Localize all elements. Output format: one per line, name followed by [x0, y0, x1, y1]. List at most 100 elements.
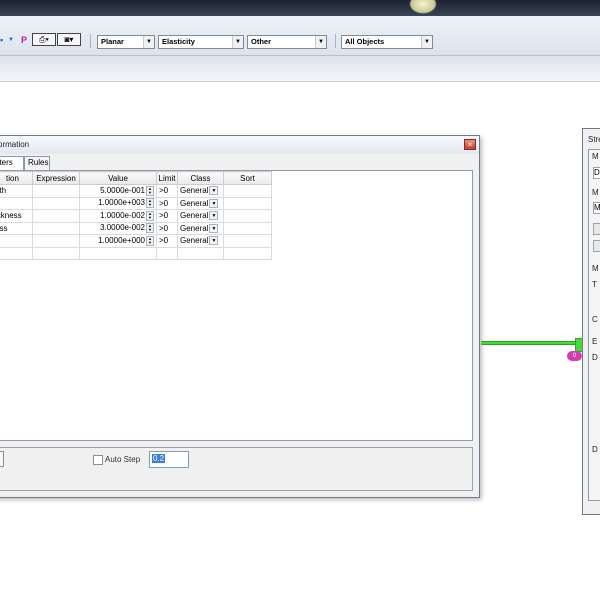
row-value[interactable]: 1.0000e+003 ▲ ▼ — [79, 196, 157, 210]
table-row[interactable]: ickness 1.0000e-002▲▼ >0 General▼ — [0, 209, 272, 223]
row-sort[interactable] — [223, 221, 272, 235]
stress-checkbox[interactable] — [593, 223, 600, 235]
table-row[interactable]: 1.0000e+000 ▲ ▼ >0 General ▼ — [0, 234, 272, 248]
stress-dropdown[interactable]: D — [593, 167, 600, 179]
tab-rules[interactable]: Rules — [24, 156, 50, 170]
row-limit[interactable]: >0 — [156, 209, 178, 223]
stress-dropdown-value: M — [594, 203, 600, 212]
toolbar-blue-icon[interactable]: ▪ — [0, 33, 3, 47]
spinner-icon[interactable]: ▲ ▼ — [146, 185, 154, 196]
row-expression[interactable] — [32, 234, 80, 248]
row-class[interactable]: General ▼ — [177, 184, 224, 198]
spinner-icon[interactable]: ▲ ▼ — [146, 210, 154, 221]
row-sort[interactable] — [223, 196, 272, 210]
stress-dialog: Stre M D M M M T C E D D — [582, 128, 600, 515]
chevron-down-icon[interactable]: ▼ — [315, 36, 326, 48]
chevron-down-icon[interactable]: ▼ — [421, 36, 432, 48]
row-value[interactable]: 5.0000e-001 ▲ ▼ — [79, 184, 157, 198]
step-value-input[interactable]: 0.2 — [149, 451, 189, 468]
stress-label: M — [592, 264, 599, 273]
tab-parameters[interactable]: eters — [0, 156, 24, 171]
row-expression[interactable] — [32, 221, 80, 235]
row-limit[interactable]: >0 — [156, 234, 178, 248]
auto-step-checkbox[interactable] — [93, 455, 103, 465]
row-sort[interactable] — [223, 246, 272, 260]
connector-node[interactable]: 0 — [567, 351, 582, 361]
dialog-title-bar[interactable]: ormation × — [0, 136, 479, 154]
category-select[interactable]: Other ▼ — [247, 35, 327, 49]
panel-button[interactable] — [0, 451, 4, 467]
row-class[interactable]: General ▼ — [177, 234, 224, 248]
row-sort[interactable] — [223, 234, 272, 248]
chevron-down-icon[interactable]: ▼ — [209, 186, 219, 196]
row-limit[interactable]: >0 — [156, 221, 178, 235]
printer-icon[interactable]: ⎙▾ — [32, 33, 56, 46]
spinner-icon[interactable]: ▲ ▼ — [146, 223, 154, 234]
row-class[interactable]: General ▼ — [177, 196, 224, 210]
chevron-down-icon[interactable]: ▼ — [232, 36, 243, 48]
column-header-class[interactable]: Class — [177, 171, 224, 185]
stress-dropdown[interactable]: M — [593, 202, 600, 214]
row-name[interactable] — [0, 196, 33, 210]
row-value-text: 1.0000e-002 — [100, 210, 145, 220]
row-sort[interactable] — [223, 209, 272, 223]
row-class-text: General — [180, 211, 209, 221]
close-button[interactable]: × — [464, 139, 476, 150]
category-value: Other — [251, 37, 272, 46]
table-row[interactable]: 1.0000e+003 ▲ ▼ >0 General ▼ — [0, 196, 272, 210]
column-header-expression[interactable]: Expression — [32, 171, 80, 185]
row-expression[interactable] — [32, 246, 80, 260]
row-class-text: General — [180, 223, 209, 233]
row-name[interactable]: ickness — [0, 209, 33, 223]
chevron-down-icon[interactable]: ▼ — [143, 36, 154, 48]
row-value[interactable]: 3.0000e-002 ▲ ▼ — [79, 221, 157, 235]
row-value[interactable] — [79, 246, 157, 260]
row-class[interactable] — [177, 246, 224, 260]
row-limit[interactable]: >0 — [156, 196, 178, 210]
row-value[interactable]: 1.0000e+000 ▲ ▼ — [79, 234, 157, 248]
dropdown-arrow-icon[interactable]: ▼ — [8, 33, 14, 47]
physics-select[interactable]: Elasticity ▼ — [158, 35, 244, 49]
row-class[interactable]: General ▼ — [177, 221, 224, 235]
stress-label: M — [592, 188, 599, 197]
table-row[interactable]: gth 5.0000e-001▲▼ >0 General▼ — [0, 184, 272, 198]
camera-icon[interactable]: ◙▾ — [57, 33, 81, 46]
object-filter-select[interactable]: All Objects ▼ — [341, 35, 433, 49]
parameter-grid[interactable]: tion Expression Value Limit Class Sort g… — [0, 170, 473, 441]
dialog-title: ormation — [0, 140, 30, 149]
column-header-name[interactable]: tion — [0, 171, 33, 185]
table-row-empty[interactable] — [0, 246, 272, 260]
row-limit[interactable] — [156, 246, 178, 260]
parameter-table: tion Expression Value Limit Class Sort g… — [0, 171, 272, 260]
row-sort[interactable] — [223, 184, 272, 198]
row-name[interactable] — [0, 234, 33, 248]
row-class[interactable]: General ▼ — [177, 209, 224, 223]
row-name[interactable] — [0, 246, 33, 260]
column-header-limit[interactable]: Limit — [156, 171, 178, 185]
column-header-sort[interactable]: Sort — [223, 171, 272, 185]
row-expression[interactable] — [32, 196, 80, 210]
p-icon[interactable]: P — [21, 33, 27, 47]
chevron-down-icon[interactable]: ▼ — [209, 223, 219, 233]
stress-checkbox[interactable] — [593, 240, 600, 252]
column-header-value[interactable]: Value — [79, 171, 157, 185]
table-row[interactable]: ess 3.0000e-002▲▼ >0 General▼ — [0, 221, 272, 235]
row-name[interactable]: gth — [0, 184, 33, 198]
stress-label: E — [592, 337, 598, 346]
connector-node-label: 0 — [572, 353, 577, 359]
spinner-icon[interactable]: ▲ ▼ — [146, 235, 154, 246]
stress-dropdown-value: D — [594, 168, 600, 177]
row-value[interactable]: 1.0000e-002 ▲ ▼ — [79, 209, 157, 223]
row-expression[interactable] — [32, 184, 80, 198]
chevron-down-icon[interactable]: ▼ — [209, 198, 219, 208]
chevron-down-icon[interactable]: ▼ — [209, 211, 219, 221]
spinner-icon[interactable]: ▲ ▼ — [146, 198, 154, 209]
row-limit[interactable]: >0 — [156, 184, 178, 198]
row-expression[interactable] — [32, 209, 80, 223]
step-value-text: 0.2 — [152, 454, 166, 463]
green-connector-line[interactable] — [481, 341, 581, 345]
row-name[interactable]: ess — [0, 221, 33, 235]
view-plane-select[interactable]: Planar ▼ — [97, 35, 155, 49]
step-panel: Auto Step 0.2 — [0, 447, 473, 491]
chevron-down-icon[interactable]: ▼ — [209, 236, 219, 246]
